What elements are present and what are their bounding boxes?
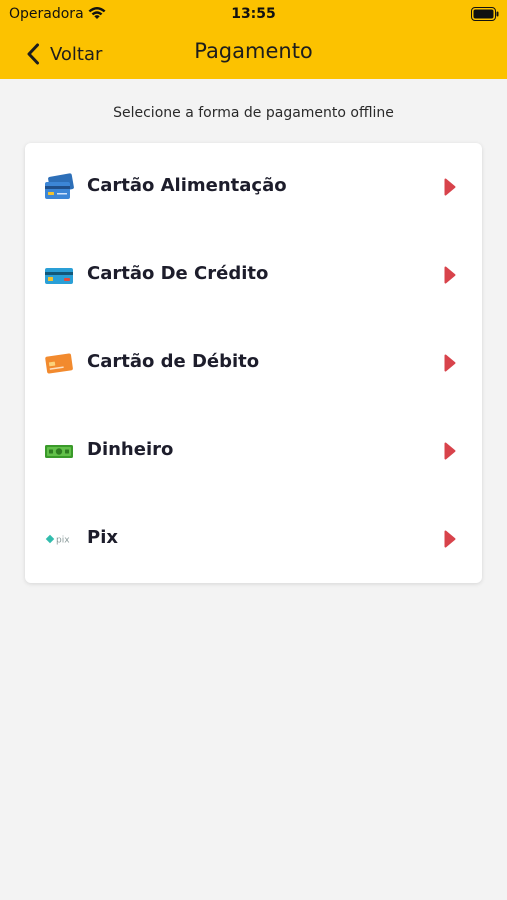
option-label: Cartão de Débito bbox=[87, 351, 260, 372]
payment-option-meal-card[interactable]: Cartão Alimentação bbox=[25, 143, 482, 231]
option-label: Pix bbox=[87, 527, 118, 548]
page-subtitle: Selecione a forma de pagamento offline bbox=[113, 105, 394, 121]
page-title: Pagamento bbox=[194, 39, 313, 63]
payment-options-card: Cartão Alimentação Cartão De Crédito Car… bbox=[25, 143, 482, 583]
chevron-right-icon bbox=[444, 266, 456, 284]
status-time: 13:55 bbox=[231, 6, 276, 22]
debit-card-icon bbox=[45, 353, 73, 374]
pix-icon: pix bbox=[45, 534, 70, 546]
meal-card-icon bbox=[45, 173, 74, 199]
app-header: Operadora 13:55 Voltar Pagamento bbox=[0, 0, 507, 79]
svg-text:pix: pix bbox=[56, 536, 70, 546]
cash-icon bbox=[45, 445, 73, 458]
option-label: Cartão De Crédito bbox=[87, 263, 269, 284]
chevron-right-icon bbox=[444, 442, 456, 460]
battery-icon bbox=[471, 7, 499, 21]
chevron-right-icon bbox=[444, 530, 456, 548]
option-label: Dinheiro bbox=[87, 439, 174, 460]
payment-option-pix[interactable]: pix Pix bbox=[25, 495, 482, 583]
status-bar: Operadora 13:55 bbox=[0, 0, 507, 30]
credit-card-icon bbox=[45, 268, 73, 284]
option-label: Cartão Alimentação bbox=[87, 175, 287, 196]
chevron-right-icon bbox=[444, 178, 456, 196]
navigation-bar: Voltar Pagamento bbox=[0, 30, 507, 79]
chevron-right-icon bbox=[444, 354, 456, 372]
payment-option-debit-card[interactable]: Cartão de Débito bbox=[25, 319, 482, 407]
payment-option-credit-card[interactable]: Cartão De Crédito bbox=[25, 231, 482, 319]
payment-option-cash[interactable]: Dinheiro bbox=[25, 407, 482, 495]
